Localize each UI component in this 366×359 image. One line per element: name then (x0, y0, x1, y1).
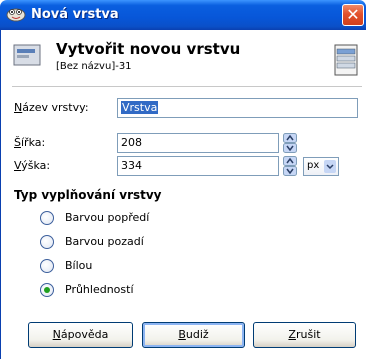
unit-select[interactable]: px (303, 157, 339, 176)
fill-type-heading: Typ vyplňování vrstvy (14, 188, 162, 202)
help-button[interactable]: Nápověda (28, 322, 133, 348)
radio-label: Barvou pozadí (65, 235, 144, 248)
layer-stack-icon (334, 44, 358, 76)
chevron-down-icon (324, 160, 336, 173)
width-value: 208 (121, 136, 142, 149)
window-title: Nová vrstva (31, 7, 119, 22)
height-label: Výška: (14, 159, 51, 172)
layer-name-input[interactable]: Vrstva (117, 98, 358, 118)
radio-button-checked[interactable] (40, 283, 54, 297)
height-input[interactable]: 334 (117, 156, 279, 176)
radio-button[interactable] (40, 235, 54, 249)
width-input[interactable]: 208 (117, 133, 279, 153)
close-button[interactable]: ✕ (342, 4, 364, 26)
layer-name-label: Název vrstvy: (14, 101, 89, 114)
height-spin-icon[interactable] (283, 156, 297, 176)
radio-label: Průhledností (65, 283, 134, 296)
radio-label: Bílou (65, 259, 93, 272)
close-icon: ✕ (346, 5, 360, 24)
gimp-icon (6, 8, 26, 22)
image-name: [Bez názvu]-31 (56, 61, 132, 72)
height-value: 334 (121, 159, 142, 172)
cancel-button[interactable]: Zrušit (253, 322, 356, 348)
ok-button[interactable]: Budiž (142, 322, 245, 348)
width-spin-icon[interactable] (283, 133, 297, 153)
title-bar[interactable]: Nová vrstva ✕ (0, 0, 366, 30)
radio-label: Barvou popředí (65, 211, 150, 224)
width-label: Šířka: (14, 136, 46, 149)
dialog-heading: Vytvořit novou vrstvu (56, 40, 241, 58)
unit-value: px (307, 160, 320, 171)
layer-icon (13, 44, 41, 66)
layer-name-value: Vrstva (121, 101, 159, 114)
radio-button[interactable] (40, 259, 54, 273)
radio-button[interactable] (40, 211, 54, 225)
header-separator (12, 86, 362, 87)
